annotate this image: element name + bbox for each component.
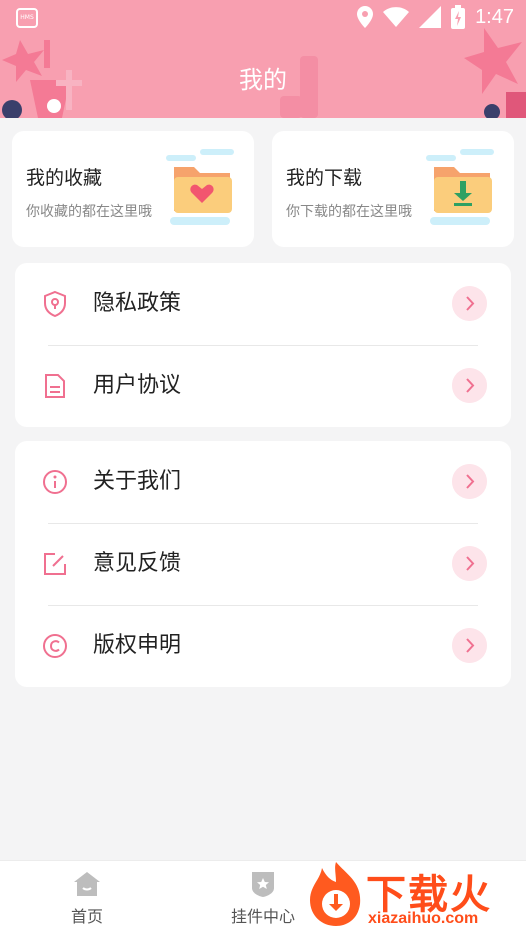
status-time: 1:47 [475, 5, 514, 28]
chevron-right-icon [452, 628, 487, 663]
tab-widget-center[interactable]: 挂件中心 [218, 869, 308, 927]
battery-icon [451, 5, 466, 29]
chevron-right-icon [452, 546, 487, 581]
menu-item-label: 版权申明 [93, 633, 182, 658]
badge-icon [252, 872, 274, 897]
info-icon [43, 470, 67, 494]
copyright-icon [43, 634, 67, 658]
hms-icon: HMS [16, 8, 38, 28]
chevron-right-icon [452, 464, 487, 499]
card-subtitle: 你收藏的都在这里哦 [26, 204, 152, 220]
menu-item-privacy-policy[interactable]: 隐私政策 [15, 263, 511, 345]
menu-item-label: 隐私政策 [93, 291, 182, 316]
watermark-url: xiazaihuo.com [368, 910, 479, 927]
shield-icon [44, 290, 66, 318]
signal-icon [419, 6, 442, 28]
menu-item-label: 意见反馈 [93, 551, 182, 576]
chevron-right-icon [452, 368, 487, 403]
menu-item-label: 关于我们 [93, 469, 182, 494]
card-title: 我的下载 [286, 167, 363, 189]
menu-group-about: 关于我们 意见反馈 版权申明 [15, 441, 511, 687]
menu-group-legal: 隐私政策 用户协议 [15, 263, 511, 427]
header: HMS 1:47 我的 [0, 0, 526, 118]
tab-home[interactable]: 首页 [42, 869, 132, 927]
favorites-card[interactable]: 我的收藏 你收藏的都在这里哦 [12, 131, 254, 247]
flame-logo-icon [310, 862, 361, 926]
edit-icon [44, 553, 66, 575]
quick-cards: 我的收藏 你收藏的都在这里哦 我的下载 你下载的都在这里哦 [12, 131, 514, 247]
download-folder-icon [426, 149, 494, 225]
home-icon [74, 872, 100, 896]
menu-item-user-agreement[interactable]: 用户协议 [15, 345, 511, 427]
watermark-logo: 下载火 xiazaihuo.com [306, 856, 526, 934]
chevron-right-icon [452, 286, 487, 321]
card-subtitle: 你下载的都在这里哦 [286, 204, 412, 220]
menu-item-copyright[interactable]: 版权申明 [15, 605, 511, 687]
tab-label: 首页 [70, 907, 103, 926]
menu-item-feedback[interactable]: 意见反馈 [15, 523, 511, 605]
location-icon [357, 6, 374, 28]
tab-label: 挂件中心 [230, 907, 295, 926]
card-title: 我的收藏 [26, 167, 103, 189]
favorite-folder-icon [166, 149, 234, 225]
downloads-card[interactable]: 我的下载 你下载的都在这里哦 [272, 131, 514, 247]
document-icon [45, 374, 65, 398]
page-title: 我的 [239, 66, 287, 94]
status-bar: HMS 1:47 [0, 0, 526, 36]
menu-item-about-us[interactable]: 关于我们 [15, 441, 511, 523]
wifi-icon [383, 7, 410, 27]
menu-item-label: 用户协议 [93, 373, 182, 398]
